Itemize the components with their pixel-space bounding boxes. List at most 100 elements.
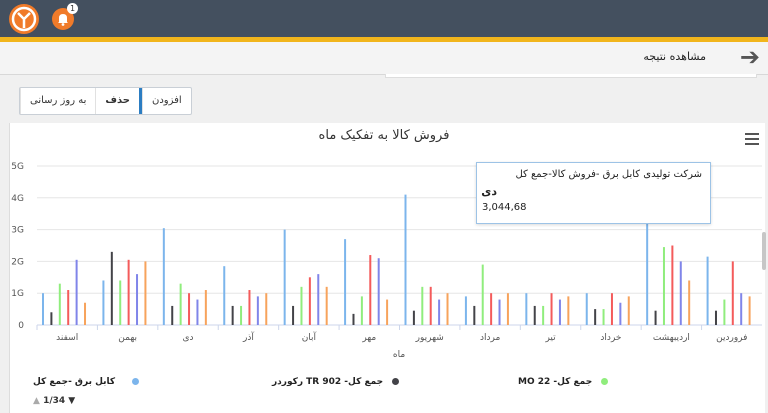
bar <box>292 305 295 325</box>
bar <box>58 283 61 325</box>
bar <box>602 309 605 325</box>
bar <box>352 313 355 325</box>
x-tick-label: بهمن <box>118 333 137 343</box>
legend-dot <box>132 378 140 385</box>
bar <box>627 296 630 325</box>
bar <box>481 264 484 325</box>
pager-up-icon[interactable]: ▲ <box>33 396 40 406</box>
bar <box>654 310 657 325</box>
x-tick-label: مهر <box>361 333 376 343</box>
bar <box>662 247 665 325</box>
pager-label: 1/34 <box>43 396 66 406</box>
bar <box>748 296 751 325</box>
bar <box>265 293 268 325</box>
tooltip-series: شرکت تولیدی کابل برق -فروش کالا-جمع کل <box>515 169 702 180</box>
bar <box>179 283 182 325</box>
y-tick-label: 4G <box>11 194 24 204</box>
bar <box>127 259 130 325</box>
bar <box>75 259 78 325</box>
bar <box>162 228 165 325</box>
bar <box>50 312 53 325</box>
bar <box>386 299 389 325</box>
legend-label: کابل برق -جمع کل <box>33 377 116 387</box>
bar <box>223 266 226 325</box>
bar <box>317 274 320 325</box>
bar <box>723 299 726 325</box>
bar <box>369 255 372 325</box>
bar <box>360 296 363 325</box>
bar <box>404 194 407 325</box>
bar <box>464 296 467 325</box>
bar <box>688 280 691 325</box>
bar <box>740 293 743 325</box>
bar <box>231 305 234 325</box>
bar <box>567 296 570 325</box>
bar <box>542 305 545 325</box>
bar <box>731 261 734 325</box>
x-tick-label: اردیبهشت <box>653 333 690 343</box>
legend-pager: ▲ 1/34 ▼ <box>33 396 75 406</box>
bar <box>421 286 424 325</box>
bar <box>204 290 207 325</box>
bar <box>438 299 441 325</box>
legend-item[interactable]: جمع کل- TR 902 رکوردر <box>272 377 400 387</box>
bar <box>325 286 328 325</box>
bar <box>188 293 191 325</box>
bar <box>110 251 113 325</box>
bar <box>300 286 303 325</box>
bar <box>558 299 561 325</box>
bar <box>706 256 709 325</box>
bar <box>525 293 528 325</box>
y-tick-label: 0 <box>18 321 24 331</box>
y-tick-label: 2G <box>11 257 24 267</box>
legend-label: جمع کل- TR 902 رکوردر <box>272 377 384 387</box>
bar <box>84 302 87 325</box>
bar <box>679 261 682 325</box>
bar <box>550 293 553 325</box>
bar <box>67 290 70 325</box>
x-tick-label: آذر <box>242 331 254 343</box>
pager-down-icon[interactable]: ▼ <box>68 396 75 406</box>
bar <box>594 309 597 325</box>
x-tick-label: مرداد <box>480 333 500 343</box>
bar <box>671 245 674 325</box>
bar <box>42 293 44 325</box>
bar <box>283 229 286 325</box>
scrollbar[interactable] <box>762 232 766 270</box>
bar <box>308 277 311 325</box>
bar <box>248 290 251 325</box>
legend-item[interactable]: کابل برق -جمع کل <box>33 377 140 387</box>
legend-dot <box>392 378 400 385</box>
bar <box>490 293 493 325</box>
bar <box>119 280 122 325</box>
x-axis-label: ماه <box>393 350 405 360</box>
bar <box>240 305 243 325</box>
tooltip-category: دی <box>481 185 497 198</box>
bar <box>429 286 432 325</box>
x-tick-label: تیر <box>544 333 556 343</box>
legend-item[interactable]: جمع کل- MO 22 <box>518 377 609 387</box>
bar <box>256 296 259 325</box>
y-tick-label: 3G <box>11 226 24 236</box>
bar <box>412 310 415 325</box>
bar <box>498 299 501 325</box>
x-tick-label: آبان <box>302 331 317 343</box>
bar <box>533 305 536 325</box>
bar <box>446 293 449 325</box>
bar <box>136 274 139 325</box>
chart-tooltip: شرکت تولیدی کابل برق -فروش کالا-جمع کل د… <box>476 162 711 224</box>
bar <box>506 293 509 325</box>
bar <box>102 280 105 325</box>
bar <box>196 299 199 325</box>
bar <box>619 302 622 325</box>
x-tick-label: اسفند <box>56 333 78 343</box>
bar <box>610 293 613 325</box>
x-tick-label: فروردین <box>716 333 747 343</box>
bar <box>344 239 347 325</box>
x-tick-label: شهریور <box>415 333 444 343</box>
bar <box>171 305 174 325</box>
x-tick-label: دی <box>183 333 194 343</box>
y-tick-label: 5G <box>11 162 24 172</box>
bar <box>377 258 380 325</box>
legend-label: جمع کل- MO 22 <box>518 377 593 387</box>
